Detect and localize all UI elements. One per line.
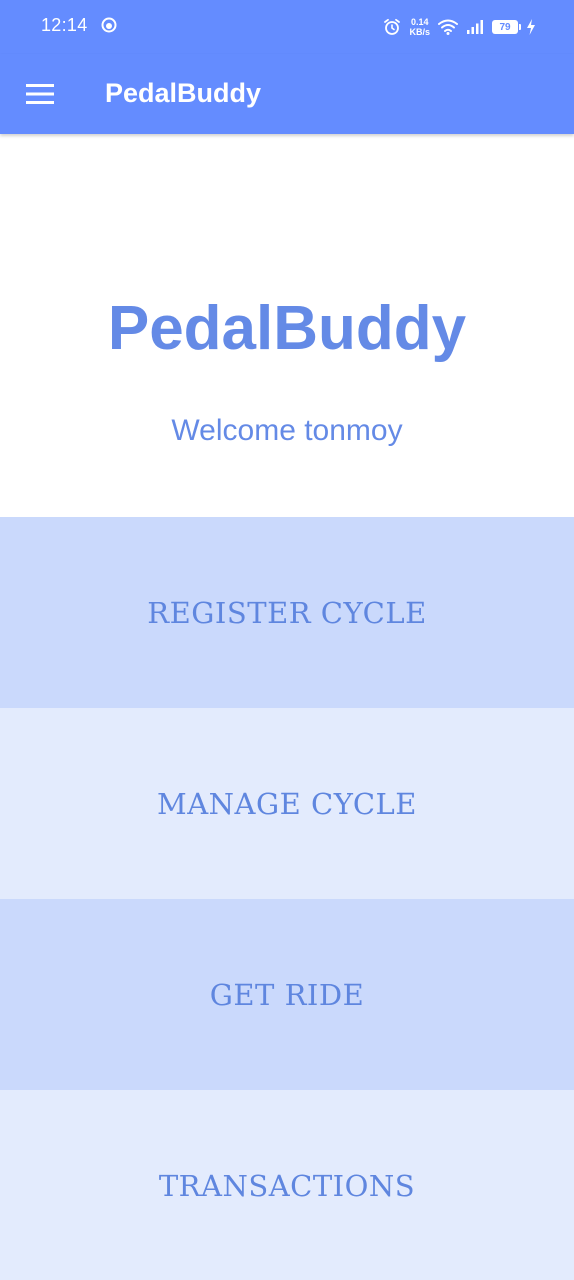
manage-cycle-button[interactable]: MANAGE CYCLE <box>0 708 574 899</box>
charging-icon <box>527 19 535 35</box>
app-bar: PedalBuddy <box>0 54 574 134</box>
network-speed-unit: KB/s <box>409 27 430 37</box>
status-time: 12:14 <box>41 15 88 35</box>
register-cycle-button[interactable]: REGISTER CYCLE <box>0 517 574 708</box>
hero-section: PedalBuddy Welcome tonmoy <box>0 134 574 517</box>
notification-icon <box>101 17 117 33</box>
menu-button[interactable] <box>20 74 60 114</box>
register-cycle-label: REGISTER CYCLE <box>147 595 427 630</box>
network-speed: 0.14 KB/s <box>409 17 430 37</box>
transactions-label: TRANSACTIONS <box>158 1168 416 1203</box>
welcome-message: Welcome tonmoy <box>171 414 403 447</box>
signal-icon <box>467 20 483 34</box>
wifi-icon <box>438 19 458 35</box>
battery-icon: 79 <box>492 20 521 34</box>
transactions-button[interactable]: TRANSACTIONS <box>0 1090 574 1280</box>
app-bar-title: PedalBuddy <box>105 78 262 108</box>
status-bar: 12:14 0.14 KB/s 79 <box>0 0 574 54</box>
battery-level: 79 <box>499 21 511 33</box>
hero-title: PedalBuddy <box>107 294 467 363</box>
hamburger-menu-icon <box>26 84 54 104</box>
status-icons: 0.14 KB/s 79 <box>383 15 536 39</box>
alarm-icon <box>384 18 401 35</box>
get-ride-button[interactable]: GET RIDE <box>0 899 574 1090</box>
manage-cycle-label: MANAGE CYCLE <box>157 786 417 821</box>
screen: 12:14 0.14 KB/s 79 PedalBuddy PedalBuddy… <box>0 0 574 1280</box>
get-ride-label: GET RIDE <box>209 977 365 1012</box>
network-speed-value: 0.14 <box>410 17 429 27</box>
